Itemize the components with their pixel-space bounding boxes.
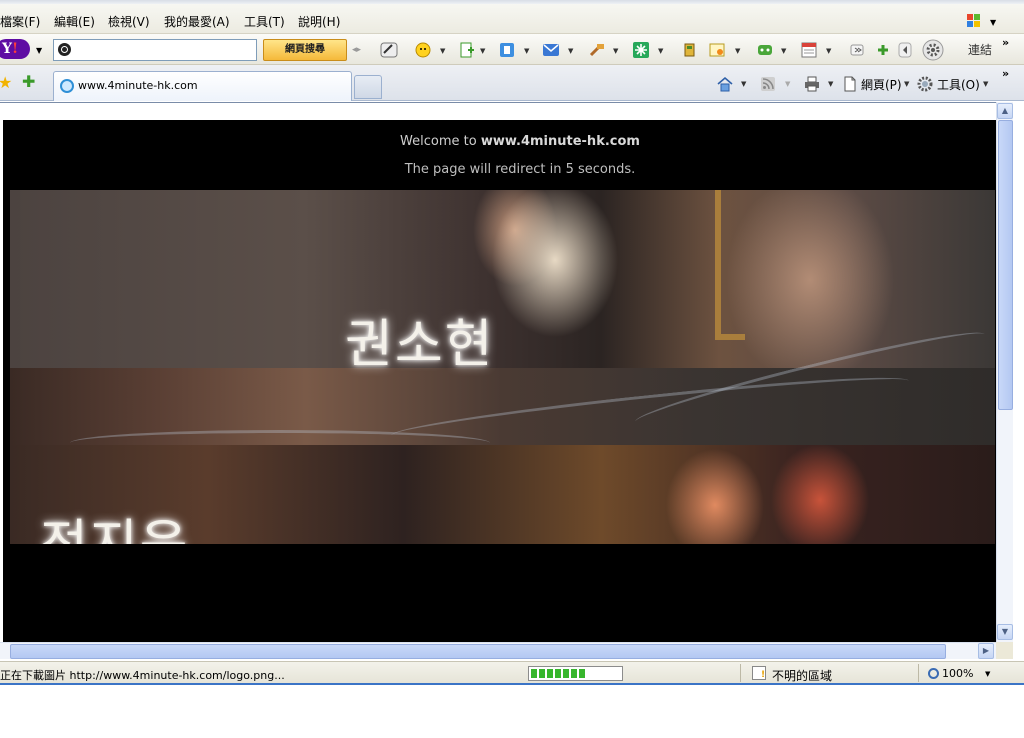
mail-icon[interactable]	[542, 41, 560, 59]
page-viewport: Welcome to www.4minute-hk.com The page w…	[0, 102, 996, 642]
mail-dropdown-icon[interactable]: ▼	[568, 47, 573, 55]
brand-dropdown-arrow-icon[interactable]: ▼	[990, 18, 996, 27]
tools-gear-icon[interactable]	[917, 76, 933, 92]
kimo-dropdown-icon[interactable]: ▼	[658, 47, 663, 55]
progress-segment	[579, 669, 585, 678]
progress-segment	[555, 669, 561, 678]
status-divider	[740, 664, 741, 682]
welcome-site-name: www.4minute-hk.com	[480, 134, 640, 149]
horizontal-scrollbar[interactable]: ▶	[0, 642, 996, 659]
tab-bar: ★ ✚ www.4minute-hk.com ▼ ▼ ▼ 網頁(P) ▼ 工具(…	[0, 65, 1024, 101]
menu-help[interactable]: 說明(H)	[298, 13, 340, 30]
tools-dropdown-icon[interactable]: ▼	[983, 80, 988, 88]
notepad-icon[interactable]	[708, 41, 726, 59]
feeds-icon[interactable]	[760, 76, 776, 92]
links-chevron-icon[interactable]: »	[1002, 36, 1009, 49]
zoom-level[interactable]: 100%	[942, 667, 973, 680]
windows-flag-icon[interactable]	[966, 13, 982, 29]
security-zone-text[interactable]: 不明的區域	[772, 667, 832, 684]
auction-icon[interactable]	[588, 41, 606, 59]
tools-menu-label[interactable]: 工具(O)	[937, 76, 980, 93]
page-menu-label[interactable]: 網頁(P)	[861, 76, 902, 93]
progress-segment	[571, 669, 577, 678]
security-zone-icon[interactable]	[752, 666, 766, 680]
menu-file[interactable]: 檔案(F)	[0, 13, 40, 30]
banner-image[interactable]: 권소현 전지윤	[10, 190, 995, 544]
zoom-icon[interactable]	[928, 668, 939, 679]
menu-tools[interactable]: 工具(T)	[244, 13, 285, 30]
command-bar-chevron-icon[interactable]: »	[1002, 67, 1009, 80]
progress-segment	[547, 669, 553, 678]
links-label[interactable]: 連結	[968, 41, 992, 58]
status-bar: 正在下載圖片 http://www.4minute-hk.com/logo.pn…	[0, 661, 1024, 685]
menu-favorites[interactable]: 我的最愛(A)	[164, 13, 230, 30]
page-dropdown-icon[interactable]: ▼	[904, 80, 909, 88]
scroll-up-icon[interactable]: ▲	[997, 103, 1013, 119]
tab-title: www.4minute-hk.com	[78, 79, 198, 92]
loading-page-icon	[60, 79, 74, 93]
yahoo-logo-icon[interactable]: Y!	[0, 39, 30, 59]
calendar-icon[interactable]	[800, 41, 818, 59]
welcome-message: Welcome to www.4minute-hk.com	[3, 134, 1024, 149]
home-icon[interactable]	[717, 76, 733, 92]
vertical-scroll-thumb[interactable]	[998, 120, 1013, 410]
print-icon[interactable]	[804, 76, 820, 92]
bookmark-add-icon[interactable]	[458, 41, 476, 59]
calendar-dropdown-icon[interactable]: ▼	[826, 47, 831, 55]
print-dropdown-icon[interactable]: ▼	[828, 80, 833, 88]
yahoo-edit-icon[interactable]	[380, 41, 398, 59]
web-search-button[interactable]: 網頁搜尋	[263, 39, 347, 61]
banner-name-2: 전지윤	[40, 502, 190, 544]
menu-view[interactable]: 檢視(V)	[108, 13, 150, 30]
scroll-left-icon[interactable]	[896, 41, 914, 59]
yahoo-toolbar: Y! ▼ 網頁搜尋 ◂▸ ▼ ▼ ▼ ▼ ▼ ▼ ▼ ▼ ▼ 連結 »	[0, 34, 1024, 65]
bookmark-dropdown-icon[interactable]: ▼	[480, 47, 485, 55]
scroll-right-icon[interactable]: ▶	[978, 643, 994, 659]
add-favorites-icon[interactable]: ✚	[22, 72, 35, 91]
messenger-icon[interactable]	[414, 41, 432, 59]
yahoo-search-box[interactable]	[53, 39, 257, 61]
more-buttons-icon[interactable]	[848, 41, 866, 59]
vertical-scrollbar[interactable]: ▲ ▼	[996, 102, 1013, 642]
menu-bar: 檔案(F) 編輯(E) 檢視(V) 我的最愛(A) 工具(T) 說明(H) ▼	[0, 4, 1024, 34]
toolbar-grip-icon[interactable]: ◂▸	[352, 45, 361, 55]
redirect-notice: The page will redirect in 5 seconds.	[404, 162, 636, 177]
notepad-dropdown-icon[interactable]: ▼	[735, 47, 740, 55]
messenger-dropdown-icon[interactable]: ▼	[440, 47, 445, 55]
zoom-dropdown-icon[interactable]: ▼	[985, 670, 990, 678]
tab-active[interactable]: www.4minute-hk.com	[53, 71, 352, 101]
yahoo-menu-arrow-icon[interactable]: ▼	[36, 46, 42, 55]
page-icon[interactable]	[842, 76, 858, 92]
favorites-star-icon[interactable]: ★	[0, 73, 12, 92]
auction-dropdown-icon[interactable]: ▼	[613, 47, 618, 55]
status-divider	[918, 664, 919, 682]
page-body: Welcome to www.4minute-hk.com The page w…	[3, 120, 996, 642]
new-tab-button[interactable]	[354, 75, 382, 99]
games-icon[interactable]	[756, 41, 774, 59]
book-icon[interactable]	[680, 41, 698, 59]
home-dropdown-icon[interactable]: ▼	[741, 80, 746, 88]
feeds-dropdown-icon[interactable]: ▼	[785, 80, 790, 88]
banner-mirror-frame	[715, 190, 745, 340]
menu-edit[interactable]: 編輯(E)	[54, 13, 95, 30]
scrollbar-corner	[996, 642, 1013, 659]
download-progress-bar	[528, 666, 623, 681]
answers-dropdown-icon[interactable]: ▼	[524, 47, 529, 55]
welcome-prefix: Welcome to	[400, 134, 481, 149]
yahoo-search-input[interactable]	[76, 42, 252, 58]
banner-name-1: 권소현	[345, 315, 495, 375]
horizontal-scroll-thumb[interactable]	[10, 644, 946, 659]
kimo-star-icon[interactable]	[632, 41, 650, 59]
scroll-down-icon[interactable]: ▼	[997, 624, 1013, 640]
progress-segment	[531, 669, 537, 678]
search-icon	[58, 43, 71, 56]
progress-segment	[563, 669, 569, 678]
add-button-icon[interactable]	[874, 41, 892, 59]
games-dropdown-icon[interactable]: ▼	[781, 47, 786, 55]
progress-segment	[539, 669, 545, 678]
settings-gear-icon[interactable]	[922, 39, 944, 61]
status-text: 正在下載圖片 http://www.4minute-hk.com/logo.pn…	[0, 669, 285, 682]
answers-icon[interactable]	[498, 41, 516, 59]
banner-panel-top	[10, 190, 995, 368]
